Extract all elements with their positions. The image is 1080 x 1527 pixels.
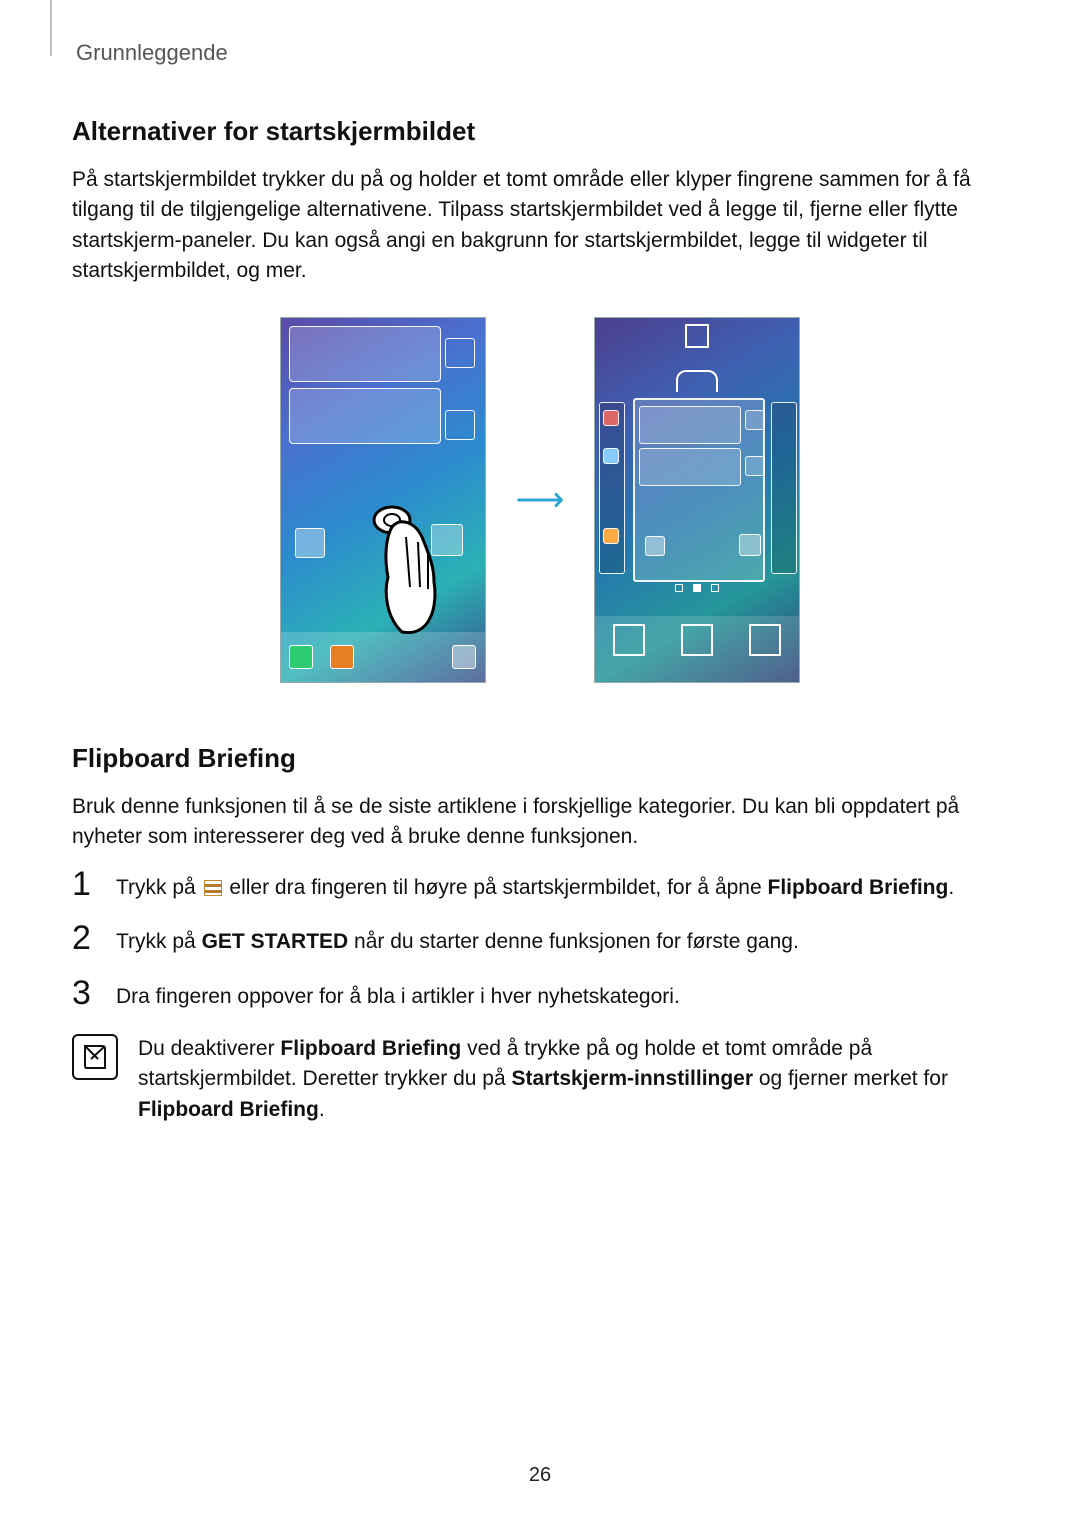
flipboard-icon bbox=[204, 880, 222, 896]
trash-icon bbox=[685, 324, 709, 348]
heading-alternatives: Alternativer for startskjermbildet bbox=[72, 116, 1008, 147]
figure-phone-before bbox=[280, 317, 486, 683]
step-2: 2 Trykk på GET STARTED når du starter de… bbox=[72, 925, 1008, 957]
text-bold: Flipboard Briefing bbox=[768, 876, 949, 899]
note-icon bbox=[72, 1034, 118, 1080]
step-text: Dra fingeren oppover for å bla i artikle… bbox=[116, 980, 1008, 1012]
step-3: 3 Dra fingeren oppover for å bla i artik… bbox=[72, 980, 1008, 1012]
text-bold: Flipboard Briefing bbox=[138, 1098, 319, 1121]
text-bold: Startskjerm-innstillinger bbox=[511, 1067, 753, 1090]
pinch-hand-icon bbox=[360, 497, 450, 647]
step-1: 1 Trykk på eller dra fingeren til høyre … bbox=[72, 871, 1008, 903]
text: Du deaktiverer bbox=[138, 1037, 280, 1060]
text: når du starter denne funksjonen for førs… bbox=[348, 930, 799, 953]
para-flipboard: Bruk denne funksjonen til å se de siste … bbox=[72, 792, 1008, 853]
step-text: Trykk på eller dra fingeren til høyre på… bbox=[116, 871, 1008, 903]
text-bold: Flipboard Briefing bbox=[280, 1037, 461, 1060]
settings-icon bbox=[749, 624, 781, 656]
text: eller dra fingeren til høyre på startskj… bbox=[224, 876, 768, 899]
widgets-icon bbox=[681, 624, 713, 656]
text: Trykk på bbox=[116, 930, 202, 953]
section-header: Grunnleggende bbox=[76, 40, 1008, 66]
step-number: 3 bbox=[72, 976, 98, 1010]
figure-homescreen-options: ⟶ bbox=[72, 317, 1008, 683]
step-text: Trykk på GET STARTED når du starter denn… bbox=[116, 925, 1008, 957]
text: . bbox=[948, 876, 954, 899]
note-block: Du deaktiverer Flipboard Briefing ved å … bbox=[72, 1034, 1008, 1125]
heading-flipboard: Flipboard Briefing bbox=[72, 743, 1008, 774]
text: Trykk på bbox=[116, 876, 202, 899]
figure-phone-after bbox=[594, 317, 800, 683]
text: . bbox=[319, 1098, 325, 1121]
para-alternatives: På startskjermbildet trykker du på og ho… bbox=[72, 165, 1008, 287]
wallpaper-icon bbox=[613, 624, 645, 656]
page-number: 26 bbox=[0, 1464, 1080, 1487]
home-icon bbox=[676, 370, 718, 392]
note-text: Du deaktiverer Flipboard Briefing ved å … bbox=[138, 1034, 1008, 1125]
arrow-right-icon: ⟶ bbox=[516, 480, 565, 520]
text: og fjerner merket for bbox=[753, 1067, 948, 1090]
step-number: 2 bbox=[72, 921, 98, 955]
step-number: 1 bbox=[72, 867, 98, 901]
text-bold: GET STARTED bbox=[202, 930, 349, 953]
